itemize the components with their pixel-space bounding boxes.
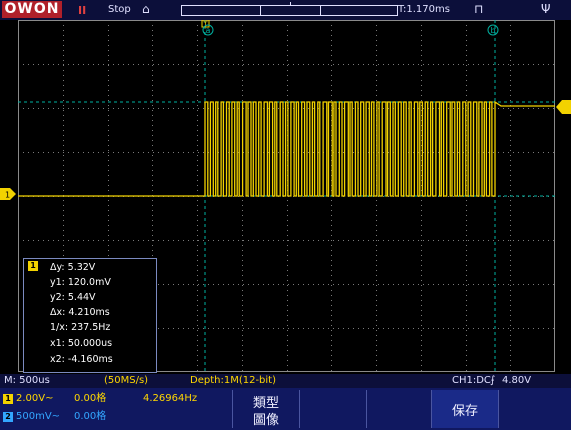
sample-rate-readout: (50MS/s) <box>104 375 149 386</box>
x1-value: x1: 50.000us <box>50 338 113 349</box>
ch1-ground-indicator[interactable]: 1 <box>0 188 18 200</box>
pause-icon: II <box>78 4 87 17</box>
lock-icon: ⊓ <box>474 2 484 16</box>
ch1-frequency: 4.26964Hz <box>143 393 198 404</box>
softkey-blank-2[interactable] <box>366 390 431 428</box>
trigger-level-readout: 4.80V <box>502 375 532 386</box>
ch2-scale: 500mV~ <box>16 411 61 422</box>
save-button-label: 保存 <box>451 404 478 419</box>
delta-x-value: Δx: 4.210ms <box>50 307 110 318</box>
ch1-position: 0.00格 <box>74 393 107 404</box>
channel-menu-bar: 1 2.00V~ 0.00格 4.26964Hz 2 500mV~ 0.00格 … <box>0 388 571 430</box>
run-state-label[interactable]: Stop <box>108 4 131 15</box>
svg-text:1: 1 <box>5 191 10 200</box>
channel1-info[interactable]: 1 2.00V~ 0.00格 4.26964Hz <box>0 390 230 408</box>
trigger-position-readout: T:1.170ms <box>398 4 450 15</box>
save-button[interactable]: 保存 <box>431 390 498 428</box>
softkey-blank-3[interactable] <box>498 390 571 428</box>
usb-icon: Ψ <box>541 2 551 16</box>
softkey-type-value: 圖像 <box>252 413 279 428</box>
rising-edge-icon: ∫ <box>490 375 496 386</box>
x2-value: x2: -4.160ms <box>50 354 113 365</box>
memory-depth-readout: Depth:1M(12-bit) <box>190 375 277 386</box>
ch2-position: 0.00格 <box>74 411 107 422</box>
trigger-pos-arrow <box>290 2 291 6</box>
cursor-measurement-panel: 1 Δy: 5.32V y1: 120.0mV y2: 5.44V Δx: 4.… <box>23 258 157 373</box>
channel2-info[interactable]: 2 500mV~ 0.00格 <box>0 408 230 426</box>
timebase-readout[interactable]: M: 500us <box>4 374 50 388</box>
delta-y-value: Δy: 5.32V <box>50 262 96 273</box>
cursor-a-label: a <box>206 26 211 35</box>
ch2-badge: 2 <box>3 412 13 422</box>
ch1-badge: 1 <box>3 394 13 404</box>
trigger-source-readout: CH1:DC- <box>452 375 495 386</box>
cursor-b-label: b <box>490 26 495 35</box>
trigger-level-indicator[interactable] <box>556 100 571 114</box>
y1-value: y1: 120.0mV <box>50 277 111 288</box>
memory-position-bar[interactable] <box>181 2 398 16</box>
softkey-blank-1[interactable] <box>299 390 366 428</box>
top-status-bar: OWON II Stop ⌂ T:1.170ms ⊓ Ψ <box>0 0 571 20</box>
ch1-scale: 2.00V~ <box>16 393 54 404</box>
y2-value: y2: 5.44V <box>50 292 96 303</box>
inverse-delta-x-value: 1/x: 237.5Hz <box>50 322 111 333</box>
home-icon[interactable]: ⌂ <box>142 2 150 16</box>
acquisition-status-bar: M: 500us (50MS/s) Depth:1M(12-bit) CH1:D… <box>0 374 571 388</box>
softkey-type[interactable]: 類型 圖像 <box>232 390 299 428</box>
view-start-mark <box>260 5 261 16</box>
view-end-mark <box>320 5 321 16</box>
brand-logo: OWON <box>2 1 62 18</box>
